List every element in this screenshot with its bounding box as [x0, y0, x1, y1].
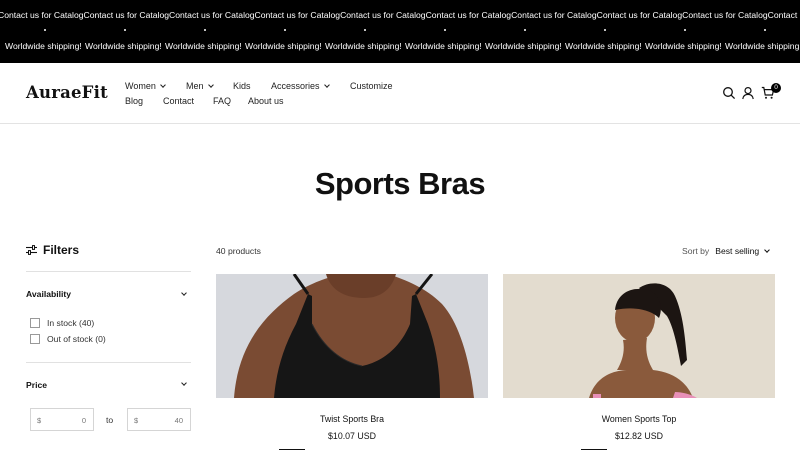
announcement-text[interactable]: Contact us for Catalog [84, 10, 170, 20]
currency-symbol: $ [134, 416, 139, 425]
separator-dot [604, 29, 606, 31]
nav-customize[interactable]: Customize [350, 81, 393, 91]
announcement-text: Worldwide shipping! [405, 41, 482, 51]
chevron-down-icon [764, 246, 771, 253]
account-icon[interactable] [741, 86, 755, 100]
nav-label: Customize [350, 81, 393, 91]
filters-header[interactable]: Filters [26, 243, 79, 257]
chevron-down-icon[interactable] [181, 380, 187, 386]
announcement-text: Worldwide shipping! [565, 41, 642, 51]
announcement-text: Worldwide shipping! [165, 41, 242, 51]
nav-faq[interactable]: FAQ [213, 96, 231, 106]
chevron-down-icon [207, 81, 214, 88]
filter-out-of-stock[interactable]: Out of stock (0) [30, 334, 106, 344]
site-logo[interactable]: AuraeFit [26, 83, 108, 102]
divider [26, 271, 191, 272]
out-of-stock-label: Out of stock (0) [47, 334, 106, 344]
product-photo [503, 274, 775, 398]
out-of-stock-checkbox[interactable] [30, 334, 40, 344]
in-stock-label: In stock (40) [47, 318, 95, 328]
price-to-label: to [106, 415, 114, 425]
product-card[interactable]: Women Sports Top $12.82 USD [503, 274, 775, 450]
nav-label: Contact [163, 96, 195, 106]
search-icon[interactable] [722, 86, 736, 100]
announcement-text[interactable]: Contact us for Catalog [768, 10, 800, 20]
product-image[interactable] [216, 274, 488, 398]
product-image[interactable] [503, 274, 775, 398]
product-photo [216, 274, 488, 398]
announcement-text[interactable]: Contact us for Catalog [511, 10, 597, 20]
nav-kids[interactable]: Kids [233, 81, 251, 91]
product-count: 40 products [216, 246, 261, 256]
price-to-input[interactable]: $ 40 [127, 408, 191, 431]
site-header: AuraeFit Women Men Kids Accessories Cust… [0, 63, 800, 124]
announcement-text[interactable]: Contact us for Catalog [426, 10, 512, 20]
nav-label: Men [186, 81, 204, 91]
in-stock-checkbox[interactable] [30, 318, 40, 328]
price-from-input[interactable]: $ 0 [30, 408, 94, 431]
filter-sliders-icon [26, 245, 37, 255]
separator-dot [204, 29, 206, 31]
nav-about[interactable]: About us [248, 96, 284, 106]
nav-label: Accessories [271, 81, 320, 91]
announcement-text: Worldwide shipping! [485, 41, 562, 51]
product-name[interactable]: Women Sports Top [503, 414, 775, 424]
sort-label: Sort by [682, 246, 710, 256]
announcement-text[interactable]: Contact us for Catalog [682, 10, 768, 20]
currency-symbol: $ [37, 416, 42, 425]
product-name[interactable]: Twist Sports Bra [216, 414, 488, 424]
separator-dot [44, 29, 46, 31]
announcement-text[interactable]: Contact us for Catalog [597, 10, 683, 20]
separator-dot [684, 29, 686, 31]
announcement-text[interactable]: Contact us for Catalog [340, 10, 426, 20]
divider [26, 362, 191, 363]
separator-dot [284, 29, 286, 31]
announcement-text[interactable]: Contact us for Catalog [255, 10, 341, 20]
announcement-text: Worldwide shipping! [325, 41, 402, 51]
nav-men[interactable]: Men [186, 81, 214, 91]
cart-count-badge: 0 [771, 83, 781, 93]
sort-dropdown[interactable]: Sort by Best selling [682, 246, 771, 256]
announcement-bar: Contact us for Catalog Contact us for Ca… [0, 0, 800, 63]
product-price: $12.82 USD [615, 431, 663, 441]
nav-accessories[interactable]: Accessories [271, 81, 330, 91]
announcement-shipping-row: Worldwide shipping! Worldwide shipping! … [0, 41, 800, 51]
availability-title[interactable]: Availability [26, 289, 71, 299]
separator-dot [764, 29, 766, 31]
separator-dot [444, 29, 446, 31]
chevron-down-icon [323, 81, 330, 88]
announcement-catalog-row: Contact us for Catalog Contact us for Ca… [0, 10, 800, 20]
nav-contact[interactable]: Contact [163, 96, 194, 106]
sort-value: Best selling [715, 246, 760, 256]
separator-dot [524, 29, 526, 31]
filters-label: Filters [43, 243, 80, 257]
announcement-text: Worldwide shipping! [245, 41, 322, 51]
announcement-text[interactable]: Contact us for Catalog [0, 10, 84, 20]
announcement-text: Worldwide shipping! [725, 41, 800, 51]
announcement-text: Worldwide shipping! [645, 41, 722, 51]
nav-label: Women [125, 81, 156, 91]
page-title: Sports Bras [314, 166, 486, 201]
product-price: $10.07 USD [328, 431, 376, 441]
filter-in-stock[interactable]: In stock (40) [30, 318, 94, 328]
nav-women[interactable]: Women [125, 81, 166, 91]
nav-label: Blog [125, 96, 144, 106]
nav-blog[interactable]: Blog [125, 96, 143, 106]
separator-dot [124, 29, 126, 31]
price-from-value: 0 [81, 416, 86, 425]
nav-label: Kids [233, 81, 251, 91]
separator-dot [364, 29, 366, 31]
nav-label: About us [248, 96, 284, 106]
announcement-text[interactable]: Contact us for Catalog [169, 10, 255, 20]
announcement-text: Worldwide shipping! [5, 41, 82, 51]
chevron-down-icon [160, 81, 166, 88]
nav-label: FAQ [213, 96, 232, 106]
chevron-down-icon[interactable] [181, 290, 187, 296]
price-to-value: 40 [174, 416, 183, 425]
product-card[interactable]: Twist Sports Bra $10.07 USD [216, 274, 488, 450]
price-title[interactable]: Price [26, 380, 47, 390]
announcement-text: Worldwide shipping! [85, 41, 162, 51]
